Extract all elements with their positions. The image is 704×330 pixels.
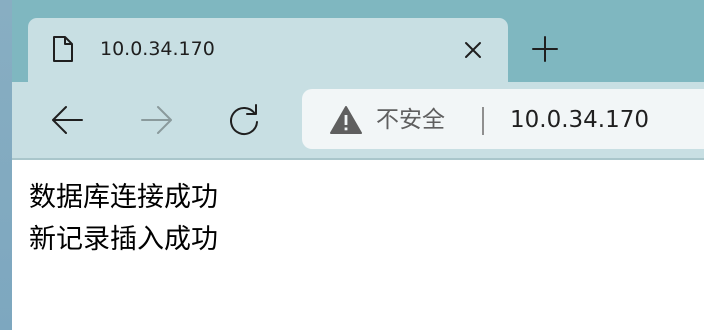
page-content: 数据库连接成功 新记录插入成功 — [12, 160, 704, 330]
plus-icon[interactable] — [530, 34, 560, 64]
security-status-label[interactable]: 不安全 — [376, 106, 445, 134]
reload-icon[interactable] — [226, 102, 262, 138]
warning-icon[interactable] — [329, 105, 363, 135]
desktop-strip — [0, 0, 12, 330]
address-bar[interactable]: 不安全 10.0.34.170 — [302, 89, 704, 149]
tab-title: 10.0.34.170 — [100, 38, 215, 60]
close-icon[interactable] — [462, 39, 484, 61]
arrow-left-icon[interactable] — [50, 102, 86, 138]
browser-tab[interactable]: 10.0.34.170 — [28, 18, 508, 82]
file-icon — [52, 35, 74, 63]
message-line: 数据库连接成功 — [29, 182, 218, 213]
url-text[interactable]: 10.0.34.170 — [510, 106, 649, 134]
browser-toolbar: 不安全 10.0.34.170 — [12, 82, 704, 158]
arrow-right-icon[interactable] — [138, 102, 174, 138]
message-line: 新记录插入成功 — [29, 224, 218, 255]
tab-strip: 10.0.34.170 — [12, 0, 704, 82]
address-divider — [482, 107, 484, 135]
